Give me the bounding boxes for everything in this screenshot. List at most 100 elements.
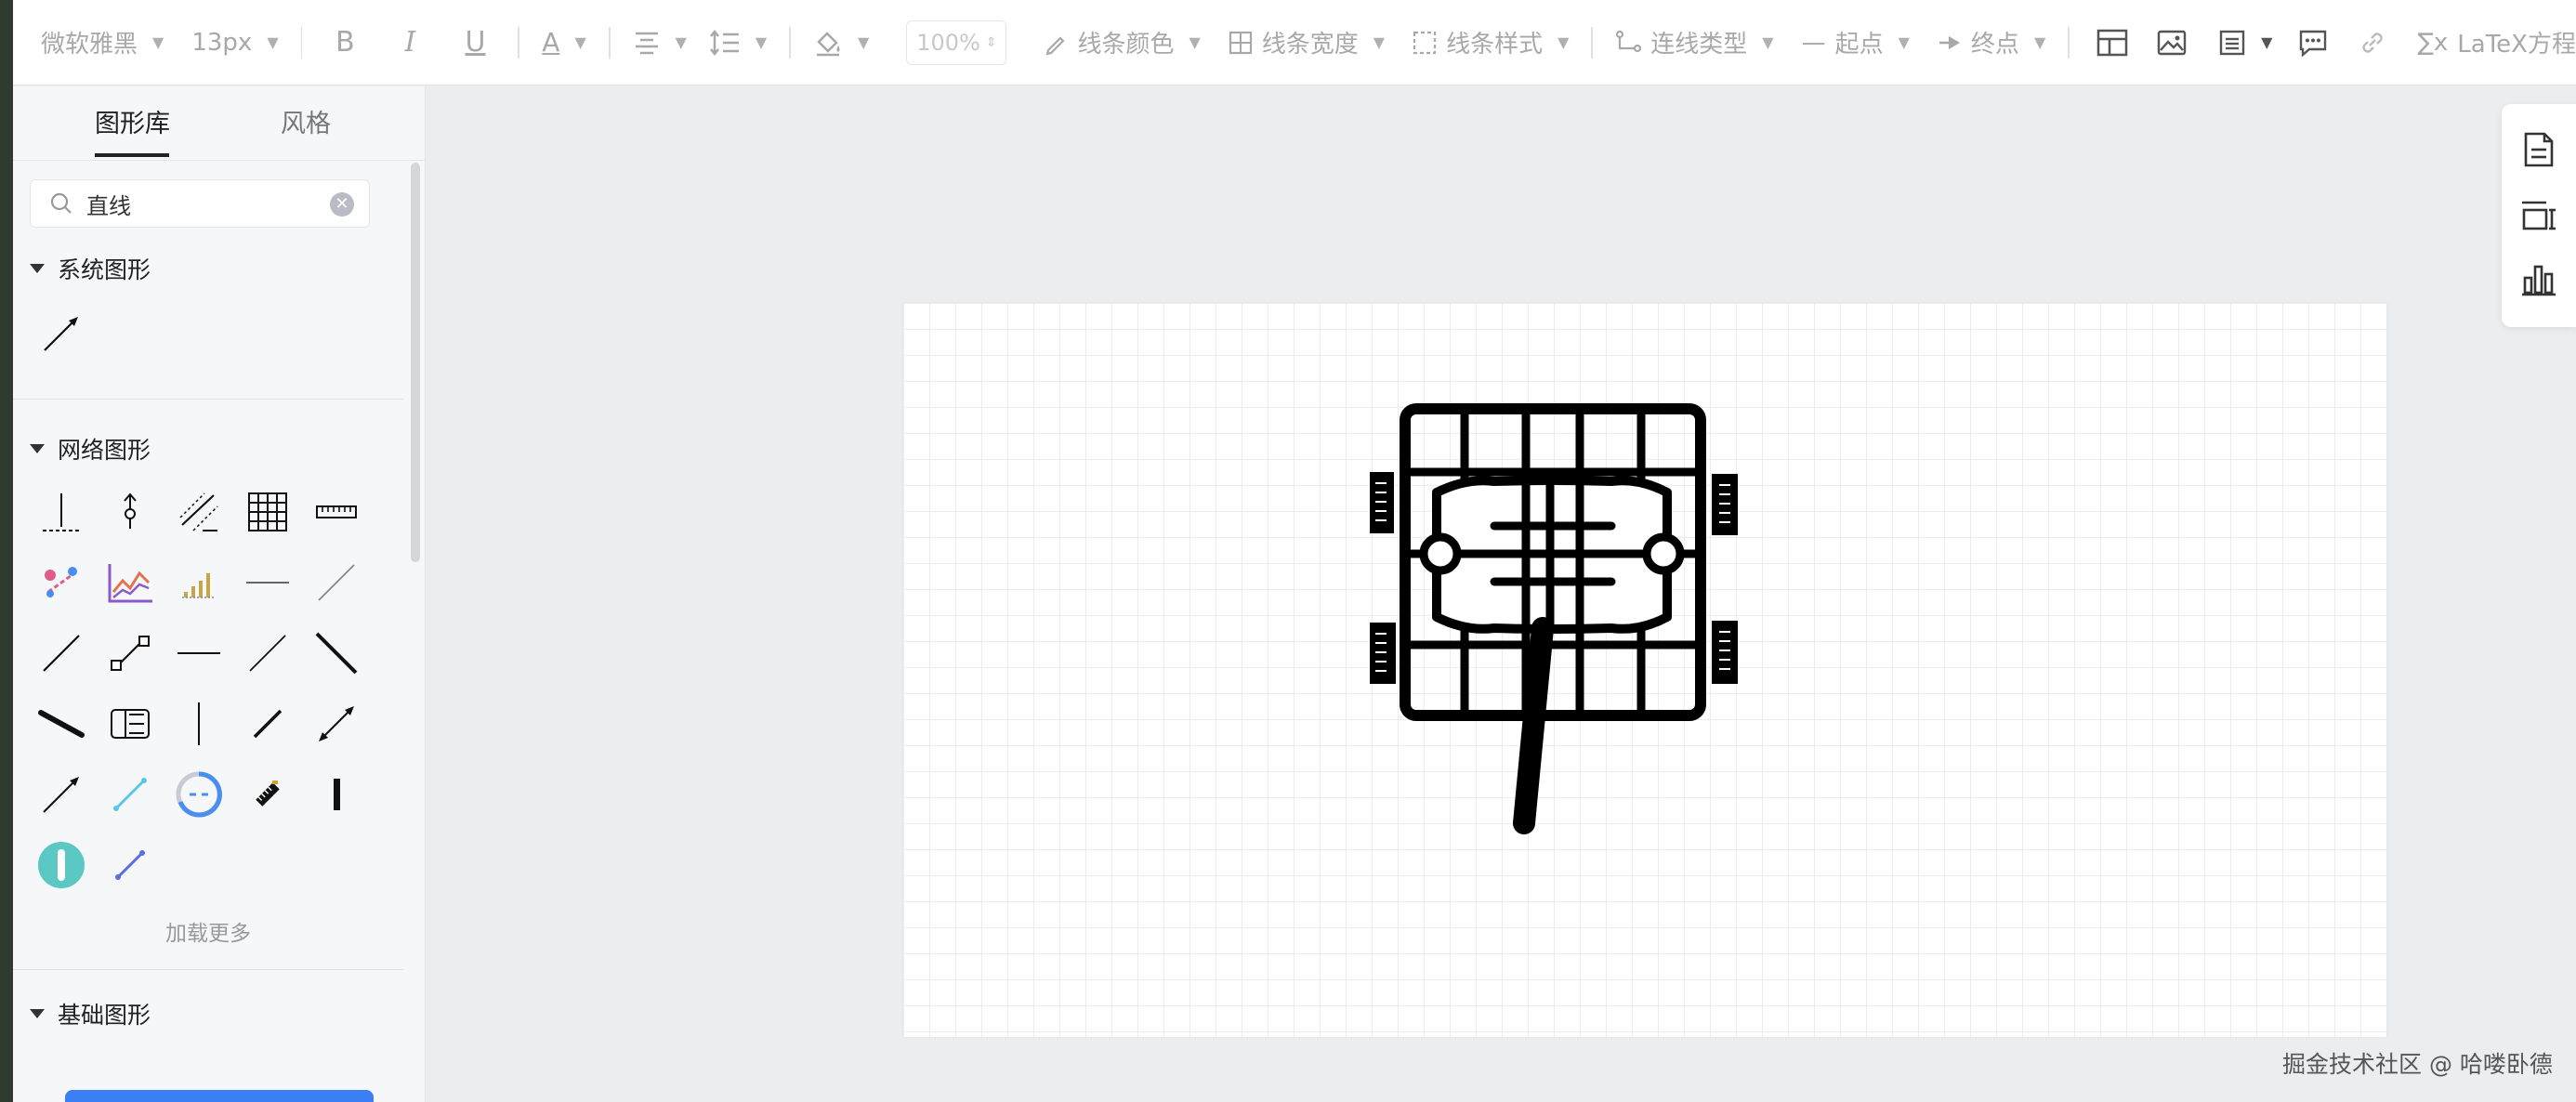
vertical-line-icon bbox=[198, 702, 200, 745]
shape-route-path[interactable] bbox=[33, 555, 89, 610]
toolbar-divider bbox=[789, 26, 792, 59]
shape-diagonal-medium[interactable] bbox=[240, 696, 296, 752]
connector-type-button[interactable]: 连线类型 ▼ bbox=[1615, 0, 1774, 85]
shape-teal-pill[interactable] bbox=[33, 837, 89, 893]
blue-line-icon bbox=[115, 850, 145, 880]
start-point-button[interactable]: — 起点 ▼ bbox=[1802, 0, 1910, 85]
end-point-button[interactable]: 终点 ▼ bbox=[1938, 0, 2045, 85]
page-settings-button[interactable] bbox=[2522, 131, 2556, 172]
shape-arrow-thin[interactable] bbox=[33, 767, 89, 822]
shape-horizontal-line[interactable] bbox=[240, 555, 296, 610]
shape-line-chart[interactable] bbox=[102, 555, 158, 610]
shape-thick-backslash[interactable] bbox=[309, 625, 364, 681]
layout-button[interactable] bbox=[2092, 20, 2133, 66]
thick-line-icon bbox=[315, 632, 358, 675]
shape-thick-vertical-bar[interactable] bbox=[309, 767, 364, 822]
section-header-basic[interactable]: 基础图形 bbox=[30, 997, 151, 1030]
primary-action-button[interactable] bbox=[65, 1090, 374, 1102]
shape-thick-line[interactable] bbox=[33, 696, 89, 752]
shape-signal-bars[interactable] bbox=[171, 555, 227, 610]
shape-diagonal-line-thin[interactable] bbox=[309, 555, 364, 610]
chevron-down-icon: ▼ bbox=[1189, 33, 1201, 51]
shape-panel-box[interactable] bbox=[102, 696, 158, 752]
font-color-button[interactable]: A ▼ bbox=[542, 0, 585, 85]
diagonal-line-icon bbox=[253, 709, 283, 739]
shape-double-arrow[interactable] bbox=[309, 696, 364, 752]
line-style-button[interactable]: 线条样式 ▼ bbox=[1413, 0, 1569, 85]
italic-button[interactable]: I bbox=[389, 20, 430, 66]
table-icon bbox=[2219, 30, 2245, 55]
toolbar-divider bbox=[518, 26, 520, 59]
chevron-down-icon: ▼ bbox=[267, 33, 279, 51]
align-button[interactable]: ▼ bbox=[633, 0, 687, 85]
shape-dimension-line[interactable] bbox=[33, 484, 89, 540]
collapse-triangle-icon bbox=[30, 444, 45, 453]
line-width-button[interactable]: 线条宽度 ▼ bbox=[1229, 0, 1385, 85]
line-chart-icon bbox=[108, 564, 152, 603]
double-arrow-icon bbox=[319, 706, 354, 741]
comment-button[interactable] bbox=[2293, 20, 2333, 66]
ruler-icon bbox=[316, 505, 357, 518]
search-icon bbox=[50, 192, 72, 214]
line-spacing-button[interactable]: ▼ bbox=[709, 0, 767, 85]
net-racket-shape[interactable] bbox=[1364, 396, 1745, 842]
layout-icon bbox=[2096, 29, 2128, 56]
teal-pill-icon bbox=[38, 842, 85, 888]
shape-grid[interactable] bbox=[240, 484, 296, 540]
chevron-down-icon: ▼ bbox=[858, 33, 870, 51]
tab-shape-library[interactable]: 图形库 bbox=[95, 103, 170, 139]
font-family-select[interactable]: 微软雅黑 ▼ bbox=[41, 0, 164, 85]
toolbar-divider bbox=[1591, 26, 1594, 59]
insert-table-button[interactable]: ▼ bbox=[2218, 0, 2272, 85]
diagonal-line-icon bbox=[318, 564, 355, 601]
shape-diagonal-line-2[interactable] bbox=[240, 625, 296, 681]
format-panel-button[interactable] bbox=[2520, 199, 2557, 236]
diagonal-line-icon bbox=[249, 635, 286, 672]
shape-vertical-line[interactable] bbox=[171, 696, 227, 752]
shape-search-input[interactable] bbox=[86, 190, 309, 216]
link-button[interactable] bbox=[2352, 20, 2393, 66]
bold-button[interactable]: B bbox=[324, 20, 365, 66]
font-size-select[interactable]: 13px ▼ bbox=[191, 0, 278, 85]
chevron-down-icon: ▼ bbox=[152, 33, 164, 51]
toolbar: 微软雅黑 ▼ 13px ▼ B I U A ▼ ▼ ▼ ▼ 100% ⇕ 线条颜色 ▼ 线… bbox=[13, 0, 2576, 85]
section-header-system[interactable]: 系统图形 bbox=[30, 252, 151, 285]
collapse-triangle-icon bbox=[30, 264, 45, 273]
underline-button[interactable]: U bbox=[454, 20, 495, 66]
chevron-down-icon: ▼ bbox=[1373, 33, 1386, 51]
shape-ruler[interactable] bbox=[309, 484, 364, 540]
clear-search-icon[interactable]: ✕ bbox=[330, 192, 354, 216]
watermark: 掘金技术社区 @ 哈喽卧德 bbox=[2282, 1051, 2553, 1078]
chart-panel-button[interactable] bbox=[2521, 263, 2556, 300]
section-header-network[interactable]: 网络图形 bbox=[30, 432, 151, 466]
panel-scrollbar[interactable] bbox=[411, 163, 420, 562]
section-divider bbox=[13, 969, 403, 970]
panel-tabs: 图形库 风格 bbox=[13, 86, 425, 161]
shape-arrow-line[interactable] bbox=[33, 306, 89, 361]
load-more-link[interactable]: 加载更多 bbox=[13, 915, 403, 947]
panel-box-icon bbox=[111, 709, 150, 739]
shape-horizontal-line-dark[interactable] bbox=[171, 625, 227, 681]
teal-line-icon bbox=[113, 778, 147, 811]
image-icon bbox=[2157, 30, 2187, 55]
fill-color-button[interactable]: ▼ bbox=[813, 0, 869, 85]
shape-diagonal-line[interactable] bbox=[33, 625, 89, 681]
chevron-down-icon: ▼ bbox=[755, 33, 768, 51]
shape-pin-arrow[interactable] bbox=[102, 484, 158, 540]
line-color-button[interactable]: 线条颜色 ▼ bbox=[1044, 0, 1201, 85]
tab-style[interactable]: 风格 bbox=[281, 103, 331, 139]
insert-image-button[interactable] bbox=[2151, 20, 2192, 66]
shape-measure-line[interactable] bbox=[171, 484, 227, 540]
opacity-input[interactable]: 100% ⇕ bbox=[906, 20, 1007, 65]
chevron-down-icon: ▼ bbox=[1762, 33, 1774, 51]
shape-connector-handles[interactable] bbox=[102, 625, 158, 681]
shape-ruler-tape[interactable] bbox=[240, 767, 296, 822]
shape-blue-dotted-line[interactable] bbox=[102, 837, 158, 893]
document-icon bbox=[2524, 132, 2554, 167]
shape-teal-line[interactable] bbox=[102, 767, 158, 822]
shape-ring-gauge[interactable] bbox=[171, 767, 227, 822]
active-tab-indicator bbox=[95, 153, 169, 157]
chevron-down-icon: ▼ bbox=[2261, 33, 2273, 51]
latex-button[interactable]: ∑x LaTeX方程 bbox=[2417, 0, 2576, 85]
dimension-line-icon bbox=[43, 493, 80, 531]
